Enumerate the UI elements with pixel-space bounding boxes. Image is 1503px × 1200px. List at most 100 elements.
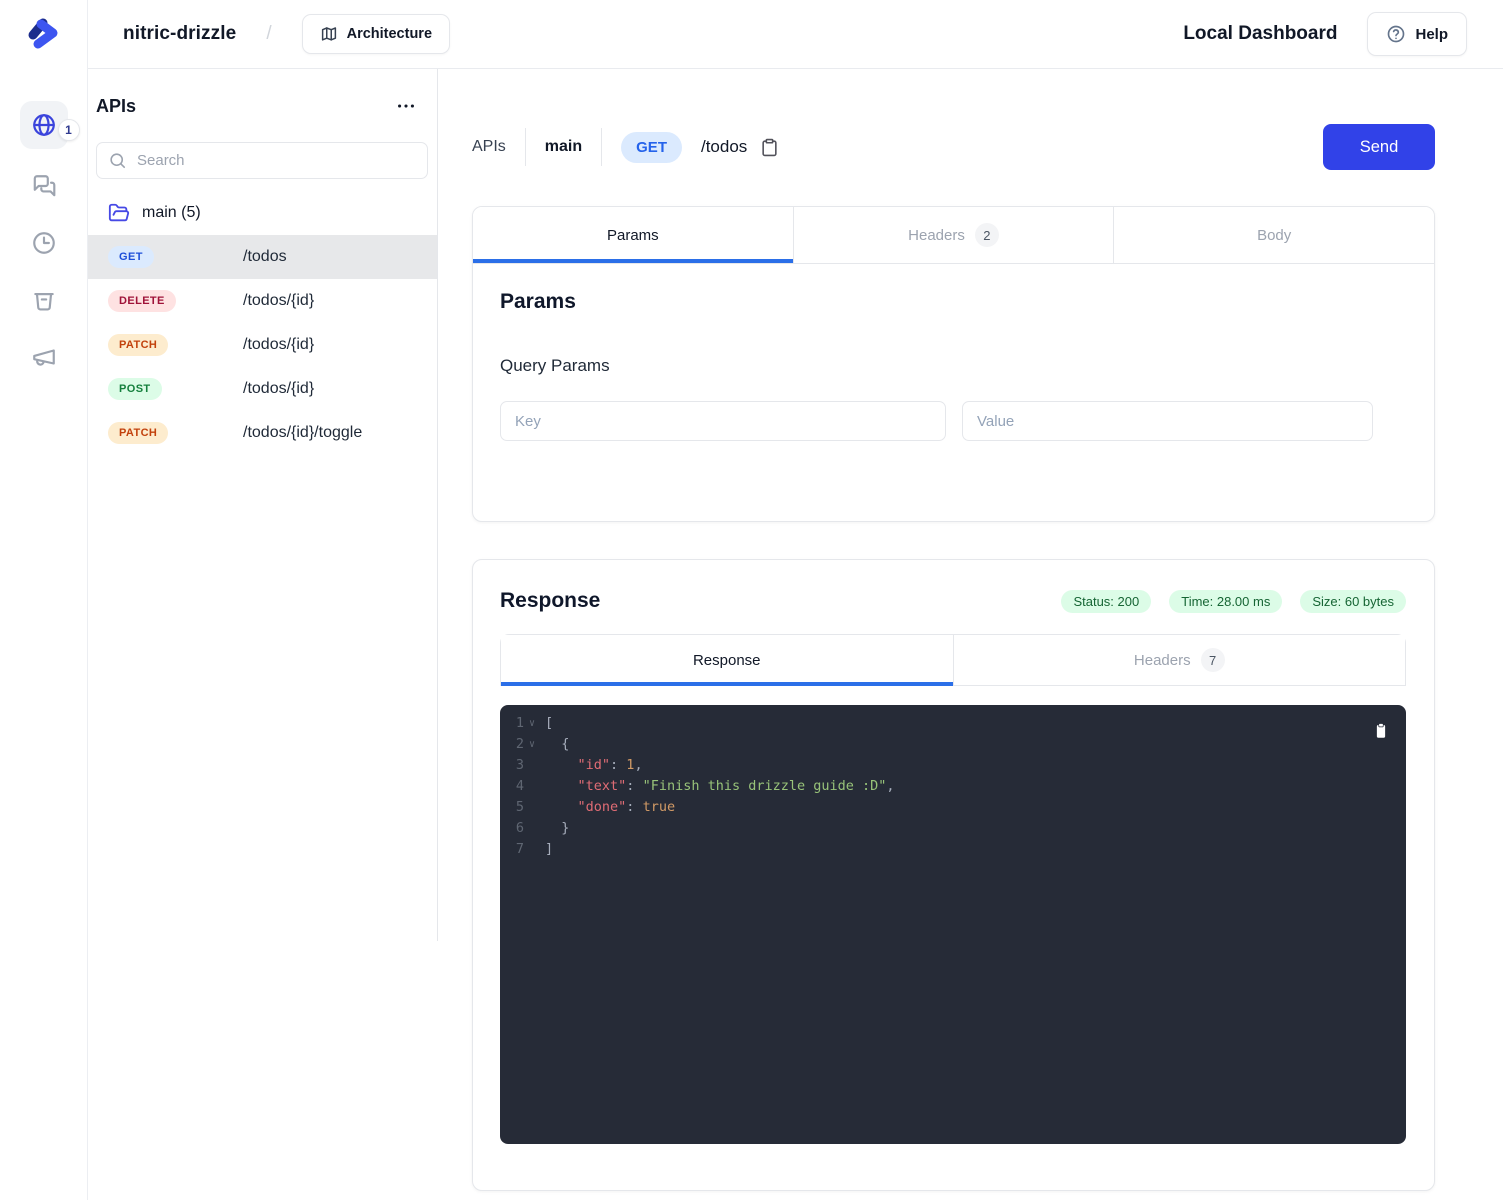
code-line: 7] bbox=[500, 839, 1406, 860]
nav-item-topics[interactable] bbox=[24, 337, 64, 377]
copy-response-button[interactable] bbox=[1372, 722, 1390, 740]
endpoint-row[interactable]: PATCH/todos/{id}/toggle bbox=[88, 411, 438, 455]
project-name: nitric-drizzle bbox=[123, 23, 236, 45]
status-badge: Size: 60 bytes bbox=[1300, 590, 1406, 613]
tab-response[interactable]: Response bbox=[501, 635, 954, 685]
tab-body[interactable]: Body bbox=[1114, 207, 1434, 263]
tab-body-label: Body bbox=[1257, 227, 1291, 244]
query-value-field[interactable] bbox=[962, 401, 1373, 441]
nav-rail: 1 bbox=[0, 0, 88, 1200]
fold-chevron-icon[interactable]: ∨ bbox=[524, 713, 540, 734]
code-text: "id": 1, bbox=[545, 755, 643, 776]
response-headers-count-badge: 7 bbox=[1201, 648, 1225, 672]
fold-spacer bbox=[524, 776, 540, 797]
fold-spacer bbox=[524, 797, 540, 818]
endpoint-row[interactable]: POST/todos/{id} bbox=[88, 367, 438, 411]
method-pill: GET bbox=[621, 132, 682, 163]
endpoint-path-label: /todos/{id} bbox=[243, 336, 314, 354]
api-group-main[interactable]: main (5) bbox=[88, 199, 438, 227]
nav-item-schedules[interactable] bbox=[24, 223, 64, 263]
architecture-label: Architecture bbox=[347, 26, 432, 42]
line-number: 5 bbox=[512, 797, 524, 818]
method-badge: GET bbox=[108, 246, 154, 268]
tab-params[interactable]: Params bbox=[473, 207, 794, 263]
code-text: ] bbox=[545, 839, 553, 860]
line-number: 4 bbox=[512, 776, 524, 797]
breadcrumb-group: main bbox=[545, 138, 582, 156]
apis-menu-button[interactable] bbox=[395, 95, 417, 117]
app-root: 1 bbox=[0, 0, 1503, 1200]
search-input[interactable] bbox=[96, 142, 428, 179]
query-key-field[interactable] bbox=[500, 401, 946, 441]
code-text: } bbox=[545, 818, 569, 839]
breadcrumb-divider bbox=[601, 128, 602, 166]
fold-chevron-icon[interactable]: ∨ bbox=[524, 734, 540, 755]
line-number: 3 bbox=[512, 755, 524, 776]
fold-spacer bbox=[524, 839, 540, 860]
request-workspace: APIs main GET /todos Send bbox=[438, 69, 1503, 1200]
nav-item-websockets[interactable] bbox=[24, 166, 64, 206]
response-title: Response bbox=[500, 589, 600, 613]
megaphone-icon bbox=[31, 344, 57, 370]
request-card: Params Headers 2 Body Params Query Param… bbox=[472, 206, 1435, 522]
code-line: 4 "text": "Finish this drizzle guide :D"… bbox=[500, 776, 1406, 797]
code-text: "done": true bbox=[545, 797, 675, 818]
send-button[interactable]: Send bbox=[1323, 124, 1435, 170]
endpoint-row[interactable]: PATCH/todos/{id} bbox=[88, 323, 438, 367]
architecture-button[interactable]: Architecture bbox=[302, 14, 450, 54]
code-lines: 1∨[2∨ {3 "id": 1,4 "text": "Finish this … bbox=[500, 713, 1406, 860]
endpoint-row[interactable]: DELETE/todos/{id} bbox=[88, 279, 438, 323]
endpoint-path-label: /todos/{id}/toggle bbox=[243, 424, 362, 442]
header-separator: / bbox=[266, 23, 271, 45]
top-header: nitric-drizzle / Architecture Local Dash… bbox=[88, 0, 1503, 69]
help-button[interactable]: Help bbox=[1367, 12, 1467, 56]
endpoint-path-label: /todos bbox=[243, 248, 287, 266]
status-badge: Time: 28.00 ms bbox=[1169, 590, 1282, 613]
nav-item-storage[interactable] bbox=[24, 280, 64, 320]
code-line: 5 "done": true bbox=[500, 797, 1406, 818]
breadcrumb-root: APIs bbox=[472, 138, 506, 156]
ellipsis-icon bbox=[395, 95, 417, 117]
code-line: 2∨ { bbox=[500, 734, 1406, 755]
content-row: APIs bbox=[88, 69, 1503, 1200]
map-icon bbox=[320, 25, 338, 43]
params-title: Params bbox=[500, 290, 1406, 314]
code-line: 3 "id": 1, bbox=[500, 755, 1406, 776]
response-status-badges: Status: 200 Time: 28.00 ms Size: 60 bytes bbox=[1061, 590, 1406, 613]
endpoint-list: GET/todosDELETE/todos/{id}PATCH/todos/{i… bbox=[88, 235, 438, 455]
response-tabs: Response Headers 7 bbox=[500, 634, 1406, 686]
tab-headers[interactable]: Headers 2 bbox=[794, 207, 1115, 263]
dashboard-title: Local Dashboard bbox=[1183, 23, 1337, 45]
main-column: nitric-drizzle / Architecture Local Dash… bbox=[88, 0, 1503, 1200]
copy-url-button[interactable] bbox=[760, 138, 779, 157]
endpoint-path: /todos bbox=[701, 137, 747, 157]
fold-spacer bbox=[524, 818, 540, 839]
nav-item-apis[interactable]: 1 bbox=[20, 101, 68, 149]
storage-icon bbox=[31, 287, 57, 313]
headers-count-badge: 2 bbox=[975, 223, 999, 247]
line-number: 6 bbox=[512, 818, 524, 839]
endpoint-path-label: /todos/{id} bbox=[243, 380, 314, 398]
status-badge: Status: 200 bbox=[1061, 590, 1151, 613]
code-line: 6 } bbox=[500, 818, 1406, 839]
code-line: 1∨[ bbox=[500, 713, 1406, 734]
clipboard-filled-icon bbox=[1372, 722, 1390, 740]
help-circle-icon bbox=[1386, 24, 1406, 44]
folder-open-icon bbox=[108, 202, 130, 224]
tab-response-headers[interactable]: Headers 7 bbox=[954, 635, 1406, 685]
code-text: "text": "Finish this drizzle guide :D", bbox=[545, 776, 895, 797]
response-json-viewer[interactable]: 1∨[2∨ {3 "id": 1,4 "text": "Finish this … bbox=[500, 705, 1406, 1144]
endpoint-row[interactable]: GET/todos bbox=[88, 235, 438, 279]
method-badge: POST bbox=[108, 378, 162, 400]
nitric-logo bbox=[22, 12, 66, 61]
apis-panel-title: APIs bbox=[96, 96, 136, 117]
chat-icon bbox=[31, 173, 57, 199]
method-badge: DELETE bbox=[108, 290, 176, 312]
globe-icon bbox=[31, 112, 57, 138]
code-text: { bbox=[545, 734, 569, 755]
clipboard-icon bbox=[760, 138, 779, 157]
line-number: 2 bbox=[512, 734, 524, 755]
apis-panel: APIs bbox=[88, 69, 438, 1200]
code-text: [ bbox=[545, 713, 553, 734]
line-number: 7 bbox=[512, 839, 524, 860]
